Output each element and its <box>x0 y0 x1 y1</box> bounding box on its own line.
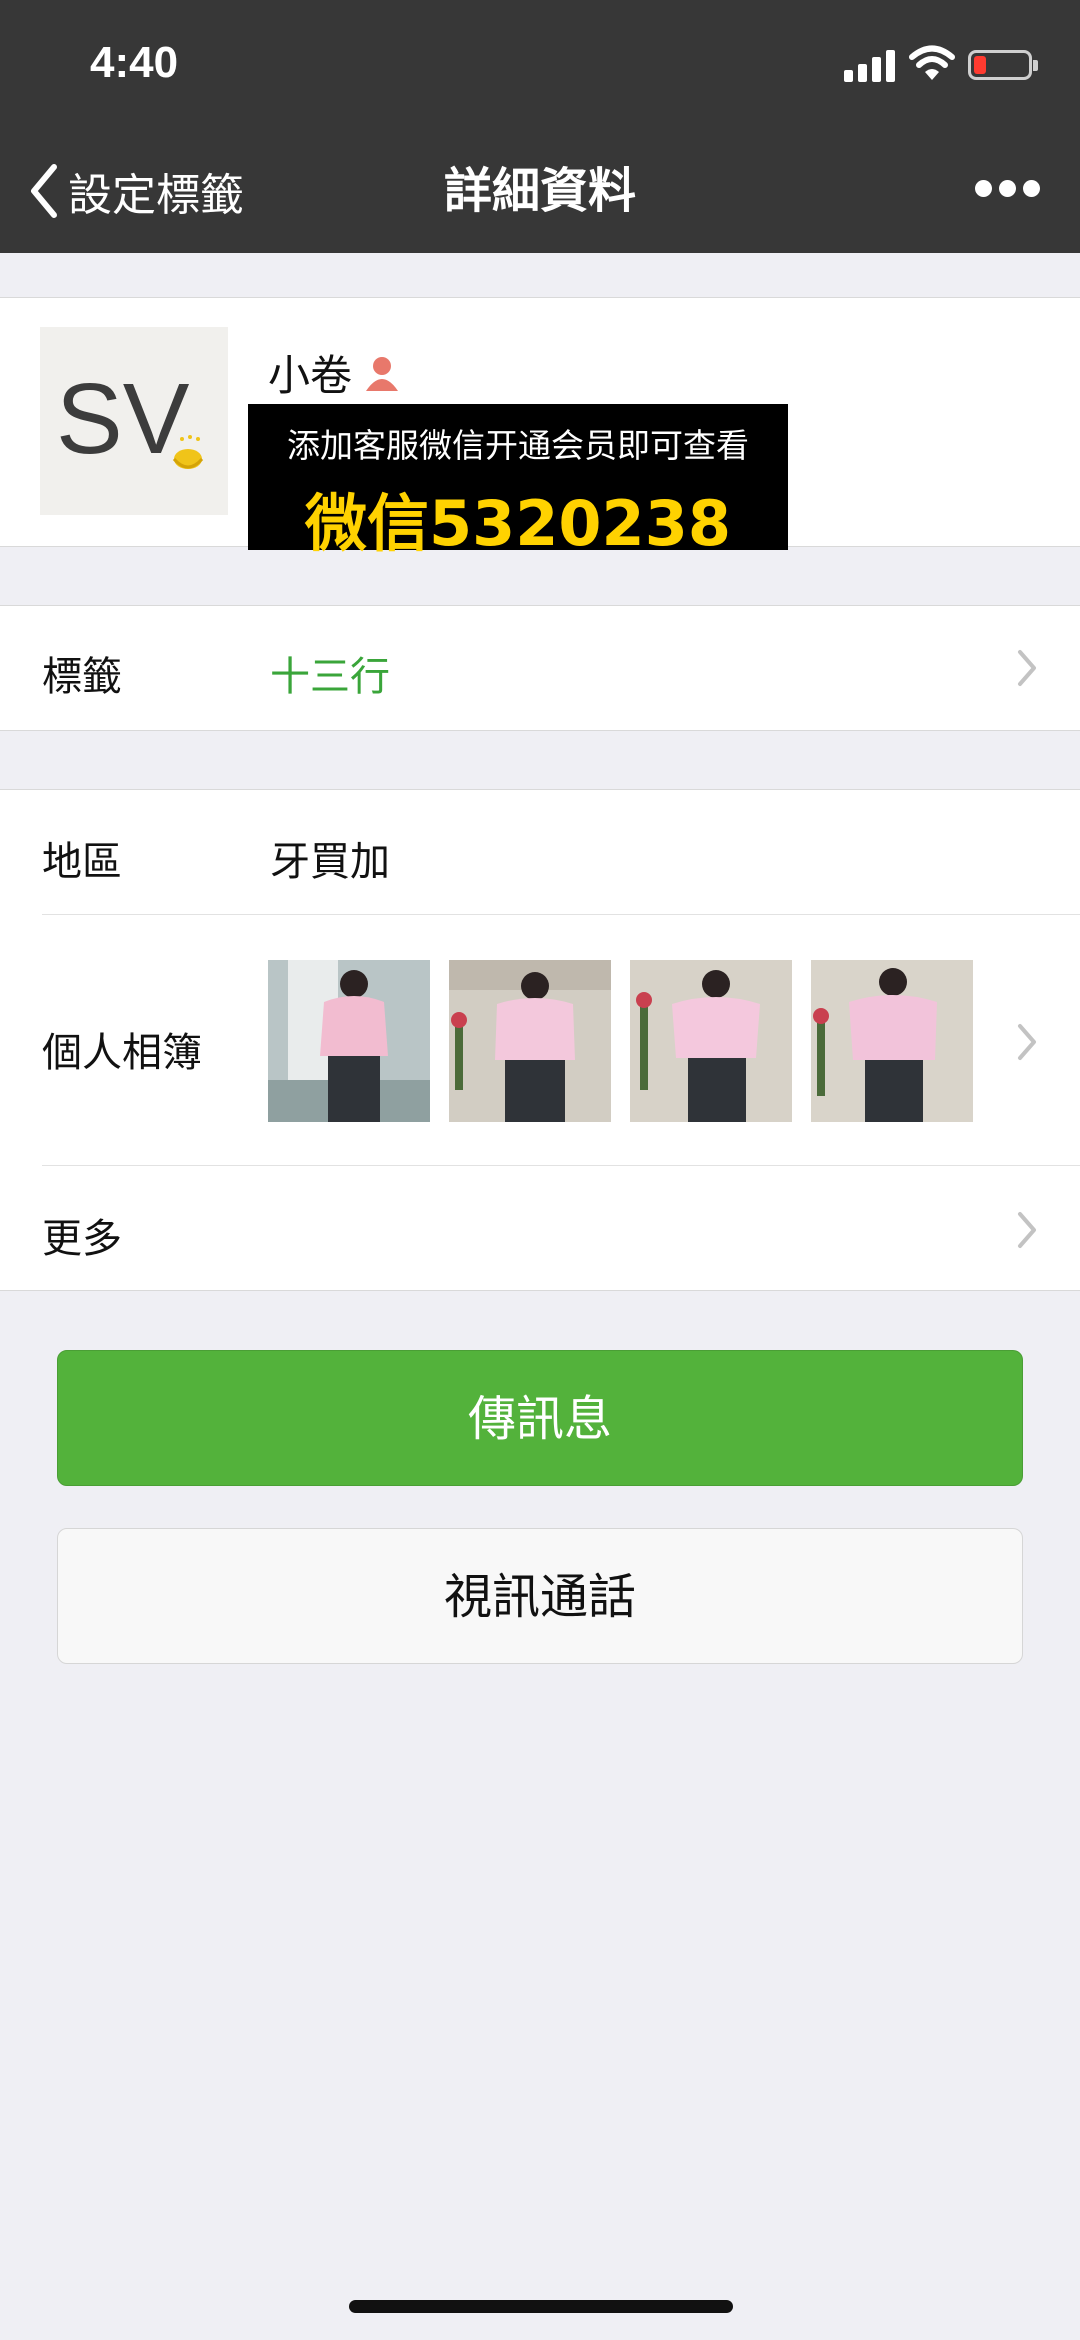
page-title: 詳細資料 <box>443 163 636 219</box>
more-dots-icon[interactable] <box>975 180 1041 200</box>
photo-thumbnail <box>449 960 611 1122</box>
photo-thumbnail <box>630 960 792 1122</box>
chevron-right-icon <box>1018 1024 1036 1060</box>
cellular-signal-icon <box>844 48 896 82</box>
region-label: 地區 <box>42 839 122 885</box>
avatar-logo-icon: SV <box>56 363 204 475</box>
send-message-button[interactable]: 傳訊息 <box>57 1350 1023 1486</box>
wifi-icon <box>909 45 955 80</box>
more-row[interactable] <box>0 1166 1080 1290</box>
promo-line2: 微信5320238 <box>305 487 731 560</box>
album-photo[interactable] <box>630 960 792 1122</box>
tags-value: 十三行 <box>270 654 390 700</box>
album-photo[interactable] <box>449 960 611 1122</box>
more-label: 更多 <box>42 1216 122 1262</box>
chevron-right-icon <box>1018 650 1036 686</box>
contact-detail-screen: 4:40 設定標籤 詳細資料 SV 小卷 添加客服微信开通会员即可查看 微信53… <box>0 0 1080 2340</box>
album-photo[interactable] <box>268 960 430 1122</box>
album-photo[interactable] <box>811 960 973 1122</box>
top-bar: 4:40 設定標籤 詳細資料 <box>0 0 1080 253</box>
video-call-button[interactable]: 視訊通話 <box>57 1528 1023 1664</box>
tags-label: 標籤 <box>42 654 122 700</box>
promo-line1: 添加客服微信开通会员即可查看 <box>287 426 749 465</box>
tags-row[interactable] <box>0 605 1080 731</box>
battery-level <box>974 56 986 74</box>
female-icon <box>366 356 399 391</box>
avatar-logo-text: SV <box>56 363 190 475</box>
battery-icon <box>968 50 1038 80</box>
photo-thumbnail <box>268 960 430 1122</box>
promo-overlay: 添加客服微信开通会员即可查看 微信5320238 <box>248 404 788 560</box>
chevron-right-icon <box>1018 1212 1036 1248</box>
contact-name-text: 小卷 <box>268 351 353 400</box>
status-time: 4:40 <box>90 38 179 87</box>
home-indicator[interactable] <box>349 2300 733 2313</box>
contact-name: 小卷 <box>268 342 404 403</box>
avatar[interactable]: SV <box>40 327 228 515</box>
region-value: 牙買加 <box>270 839 390 885</box>
photo-thumbnail <box>811 960 973 1122</box>
